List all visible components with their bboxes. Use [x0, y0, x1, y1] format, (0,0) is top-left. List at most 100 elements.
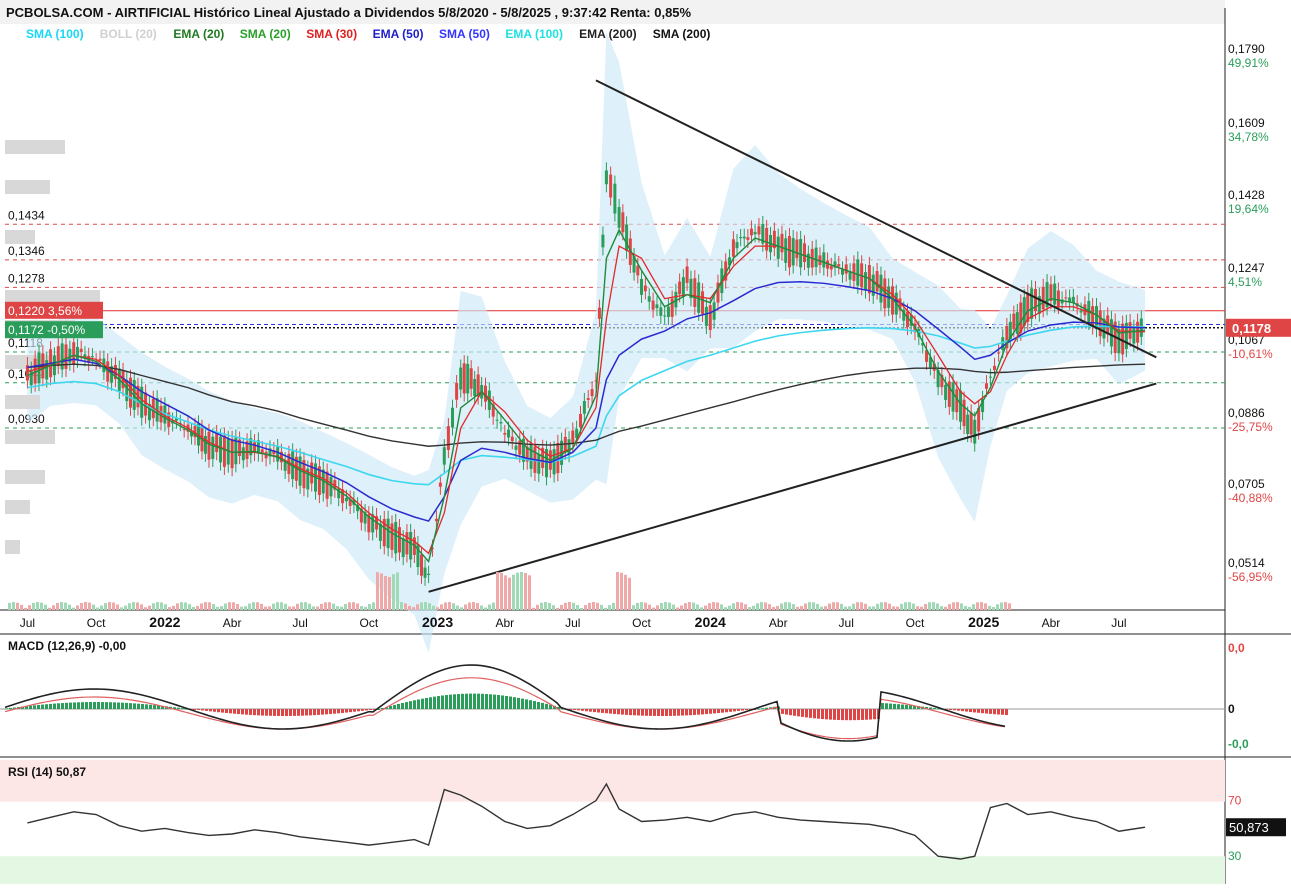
macd-histogram-bar — [789, 709, 792, 716]
volume-bar — [588, 602, 591, 610]
legend-item: EMA (50) — [373, 27, 424, 41]
macd-histogram-bar — [657, 709, 660, 716]
level-label: 0,1278 — [8, 271, 45, 285]
volume-bar — [500, 573, 503, 610]
volume-bar — [476, 603, 479, 610]
volume-bar — [236, 603, 239, 610]
chart-title: PCBOLSA.COM - AIRTIFICIAL Histórico Line… — [6, 5, 692, 20]
macd-histogram-bar — [273, 709, 276, 716]
volume-bar — [80, 603, 83, 610]
macd-histogram-bar — [737, 709, 740, 711]
macd-histogram-bar — [437, 696, 440, 709]
macd-histogram-bar — [517, 697, 520, 709]
time-axis-label: Jul — [292, 616, 307, 630]
macd-histogram-bar — [61, 703, 64, 709]
macd-histogram-bar — [397, 703, 400, 709]
candle-body — [701, 291, 705, 314]
time-axis-label: Oct — [359, 616, 378, 630]
volume-bar — [484, 607, 487, 610]
time-axis-label: Jul — [20, 616, 35, 630]
macd-histogram-bar — [413, 700, 416, 709]
volume-bar — [740, 602, 743, 610]
candle-body — [1109, 319, 1113, 347]
candle-body — [427, 573, 431, 576]
macd-histogram-bar — [581, 709, 584, 711]
volume-bar — [712, 602, 715, 610]
candle-body — [499, 421, 503, 424]
volume-bar — [40, 602, 43, 610]
macd-histogram-bar — [929, 707, 932, 709]
volume-bar — [360, 606, 363, 610]
volume-bar — [72, 607, 75, 610]
macd-histogram-bar — [629, 709, 632, 716]
macd-axis-label: 0,0 — [1228, 641, 1245, 655]
volume-bar — [416, 604, 419, 610]
candle-body — [1068, 297, 1072, 302]
volume-bar — [748, 607, 751, 610]
volume-bar — [288, 606, 291, 610]
macd-histogram-bar — [129, 703, 132, 709]
candle-body — [731, 239, 735, 257]
macd-histogram-bar — [301, 709, 304, 716]
macd-histogram-bar — [141, 704, 144, 709]
macd-histogram-bar — [857, 709, 860, 721]
volume-bar — [232, 602, 235, 610]
macd-histogram-bar — [865, 709, 868, 720]
candle-body — [643, 285, 647, 292]
volume-bar — [248, 603, 251, 610]
volume-bar — [456, 605, 459, 610]
macd-histogram-bar — [33, 705, 36, 709]
volume-bar — [496, 572, 499, 610]
macd-histogram-bar — [421, 698, 424, 709]
volume-bar — [768, 604, 771, 610]
candle-body — [844, 264, 848, 274]
macd-histogram-bar — [809, 709, 812, 718]
candle-body — [984, 383, 988, 389]
candle-body — [944, 384, 948, 400]
candle-body — [678, 281, 682, 295]
candle-body — [579, 413, 583, 428]
legend-item: EMA (20) — [173, 27, 224, 41]
volume-bar — [52, 605, 55, 610]
candle-body — [503, 432, 507, 435]
candle-body — [681, 277, 685, 297]
legend-item: SMA (50) — [439, 27, 490, 41]
macd-histogram-bar — [881, 703, 884, 709]
macd-histogram-bar — [493, 694, 496, 709]
macd-histogram-bar — [649, 709, 652, 716]
macd-histogram-bar — [113, 702, 116, 709]
volume-bar — [400, 602, 403, 610]
candle-body — [401, 538, 405, 558]
volume-bar — [304, 602, 307, 610]
macd-histogram-bar — [529, 700, 532, 709]
macd-histogram-bar — [713, 709, 716, 714]
volume-bar — [628, 577, 631, 610]
candle-body — [586, 398, 590, 400]
volume-bar — [324, 602, 327, 610]
macd-histogram-bar — [537, 701, 540, 709]
macd-histogram-bar — [545, 703, 548, 709]
candle-body — [510, 436, 514, 442]
time-axis-label: Jul — [839, 616, 854, 630]
volume-bar — [172, 605, 175, 610]
macd-histogram-bar — [29, 705, 32, 709]
volume-bar — [316, 606, 319, 610]
price-axis-pct: -10,61% — [1228, 347, 1273, 361]
candle-body — [787, 236, 791, 268]
candle-body — [45, 360, 49, 380]
volume-bar — [668, 602, 671, 610]
candle-body — [219, 436, 223, 463]
macd-histogram-bar — [825, 709, 828, 720]
macd-histogram-bar — [225, 709, 228, 714]
macd-histogram-bar — [65, 702, 68, 709]
candle-body — [670, 298, 674, 317]
volume-profile-bar — [5, 230, 35, 244]
volume-bar — [252, 602, 255, 610]
macd-histogram-bar — [677, 709, 680, 716]
volume-bar — [548, 602, 551, 610]
candle-body — [1012, 313, 1016, 330]
volume-bar — [516, 572, 519, 610]
candle-body — [864, 272, 868, 291]
macd-histogram-bar — [573, 709, 576, 710]
macd-histogram-bar — [585, 709, 588, 712]
